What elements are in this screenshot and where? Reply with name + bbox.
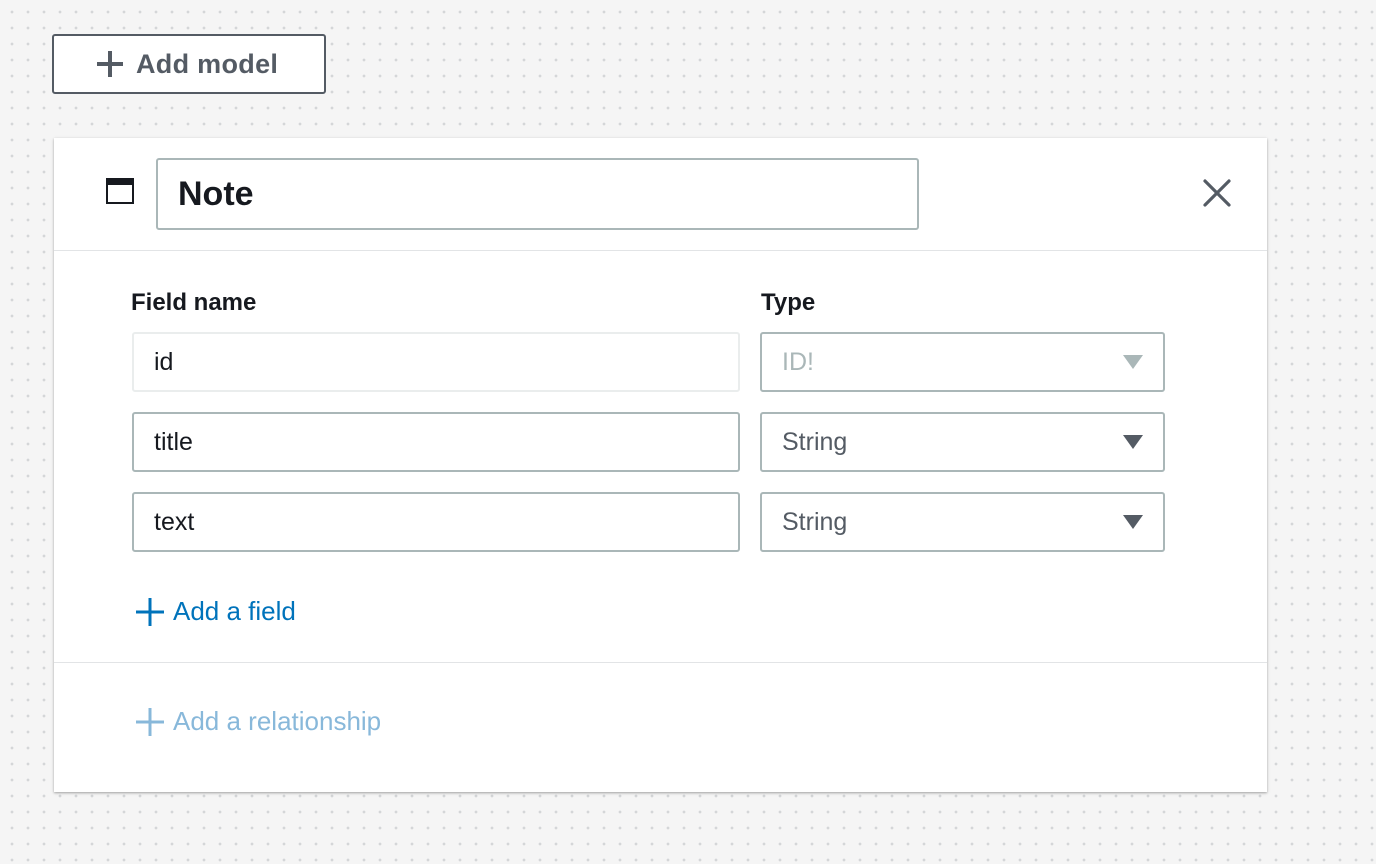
table-icon xyxy=(106,178,134,204)
field-name-input[interactable] xyxy=(132,492,740,552)
plus-icon xyxy=(97,51,123,77)
field-name-input xyxy=(132,332,740,392)
model-card: Field name Type ID! String Str xyxy=(54,138,1267,792)
field-row-title: String xyxy=(132,412,1166,472)
add-field-button[interactable]: Add a field xyxy=(135,596,296,627)
type-select[interactable]: String xyxy=(760,492,1165,552)
field-name-header: Field name xyxy=(131,289,257,316)
caret-down-icon xyxy=(1123,515,1143,529)
add-model-button[interactable]: Add model xyxy=(52,34,326,94)
field-name-input[interactable] xyxy=(132,412,740,472)
add-relationship-button[interactable]: Add a relationship xyxy=(135,706,381,737)
field-row-text: String xyxy=(132,492,1166,552)
type-header: Type xyxy=(761,289,816,316)
plus-icon xyxy=(136,597,164,626)
plus-icon xyxy=(136,707,164,736)
type-select[interactable]: String xyxy=(760,412,1165,472)
add-model-label: Add model xyxy=(136,48,279,79)
type-select: ID! xyxy=(760,332,1165,392)
fields-section: Field name Type ID! String Str xyxy=(54,251,1267,663)
type-select-value: String xyxy=(782,427,848,456)
caret-down-icon xyxy=(1123,355,1143,369)
model-card-header xyxy=(54,138,1267,251)
type-select-value: String xyxy=(782,507,848,536)
type-select-value: ID! xyxy=(782,347,814,376)
close-icon[interactable] xyxy=(1200,176,1234,210)
add-field-label: Add a field xyxy=(173,596,296,626)
add-relationship-label: Add a relationship xyxy=(173,706,382,736)
caret-down-icon xyxy=(1123,435,1143,449)
field-row-id: ID! xyxy=(132,332,1166,392)
model-name-input[interactable] xyxy=(156,158,919,230)
